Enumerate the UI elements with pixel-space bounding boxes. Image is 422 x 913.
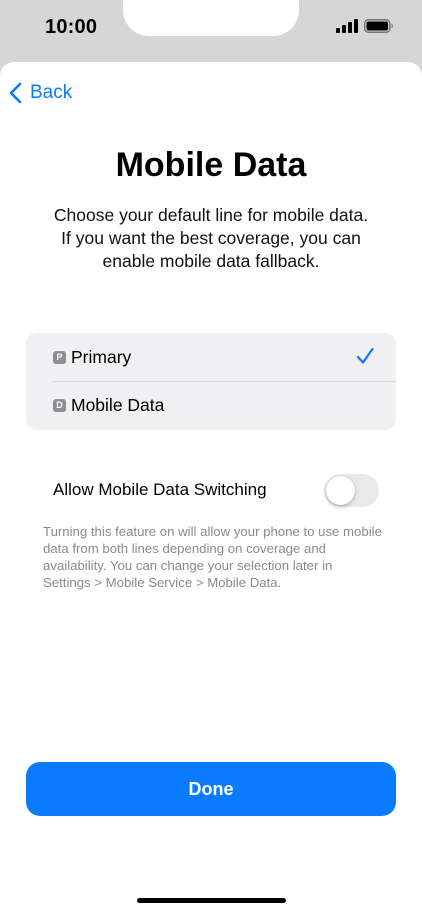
switching-footnote: Turning this feature on will allow your …: [43, 524, 382, 590]
sim-p-icon: P: [53, 350, 66, 364]
mobile-data-switching-toggle[interactable]: [324, 474, 379, 507]
sim-d-icon: D: [53, 398, 66, 412]
checkmark-icon: [356, 347, 374, 364]
chevron-left-icon: [9, 82, 22, 104]
battery-full-icon: [364, 19, 393, 33]
line-option-label: Primary: [71, 346, 132, 367]
page-subtitle: Choose your default line for mobile data…: [53, 205, 369, 271]
line-option-label: Mobile Data: [71, 394, 165, 415]
setup-sheet: Back Mobile Data Choose your default lin…: [0, 62, 422, 913]
cellular-signal-icon: [336, 19, 358, 33]
row-divider: [53, 381, 396, 382]
mobile-data-switching-label: Allow Mobile Data Switching: [53, 480, 267, 499]
back-button[interactable]: Back: [8, 80, 72, 106]
back-label: Back: [30, 82, 73, 103]
status-bar: 10:00: [0, 0, 422, 62]
done-button[interactable]: Done: [26, 762, 396, 816]
phone-screen: 10:00 Back Mobile Data Choose your defau…: [0, 0, 422, 913]
home-indicator: [137, 898, 286, 903]
toggle-knob: [326, 476, 355, 505]
default-line-list: P Primary D Mobile Data: [26, 333, 396, 430]
line-option-mobile-data[interactable]: D Mobile Data: [26, 381, 396, 429]
line-option-primary[interactable]: P Primary: [26, 333, 396, 381]
camera-notch: [123, 0, 299, 36]
status-time: 10:00: [45, 16, 98, 38]
page-title: Mobile Data: [115, 146, 307, 184]
mobile-data-switching-row: Allow Mobile Data Switching: [53, 472, 379, 508]
